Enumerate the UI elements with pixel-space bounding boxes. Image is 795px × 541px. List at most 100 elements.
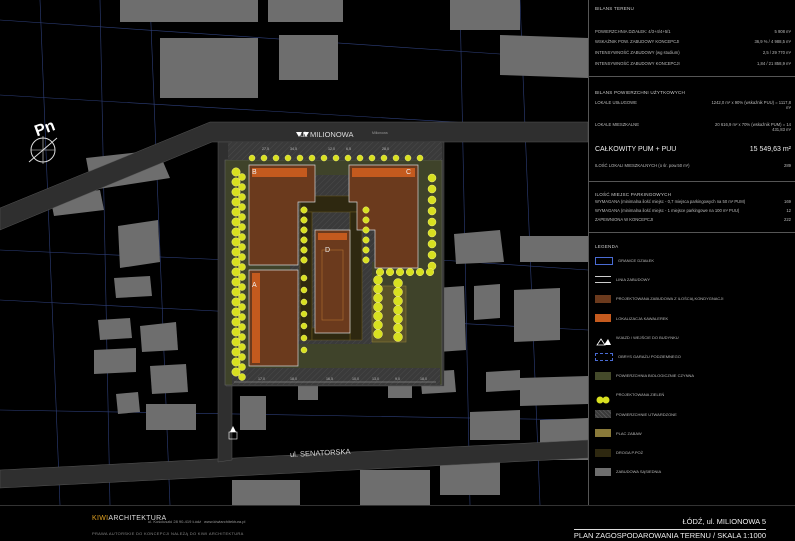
tree-icon [427, 217, 437, 227]
tree-icon [427, 184, 437, 194]
tree-icon [362, 256, 370, 264]
tree-icon [393, 305, 403, 315]
tree-icon [300, 256, 308, 264]
tree-icon [375, 267, 385, 277]
row-value: 289 [784, 163, 791, 168]
tree-icon [393, 278, 403, 288]
dimension-label: 6,5 [346, 147, 351, 151]
legend-swatch [595, 294, 611, 303]
legend-label: GRANICE DZIAŁEK [618, 258, 655, 263]
building-label-c: C [406, 169, 411, 176]
row-label: LOKALE USŁUGOWE [595, 100, 637, 105]
parking-row: WYMAGANA (minimalna ilość miejsc - 0,7 m… [595, 199, 791, 204]
tree-icon [427, 228, 437, 238]
row-value: 1242,0 m² x 90% (wskaźnik PUU) = 1117,8 … [711, 100, 791, 110]
building-label-a: A [252, 282, 257, 289]
tree-icon [300, 334, 308, 342]
legend-swatch [595, 448, 611, 457]
row-label: POWIERZCHNIA DZIAŁEK: 4/3+4/4+5/1 [595, 29, 671, 34]
row-label: WYMAGANA (minimalna ilość miejsc - 1 mie… [595, 208, 740, 213]
tree-icon [260, 154, 268, 162]
parking-title: ILOŚĆ MIEJSC PARKINGOWYCH [595, 192, 672, 197]
tree-icon [300, 310, 308, 318]
row-label: WYMAGANA (minimalna ilość miejsc - 0,7 m… [595, 199, 746, 204]
legend-item: WJAZD / WEJŚCIE DO BUDYNKU [595, 332, 679, 346]
row-value: 12 [786, 208, 791, 213]
tree-icon [300, 322, 308, 330]
street-label-north: ul. MILIONOWA [300, 130, 353, 139]
tree-icon [238, 373, 246, 381]
legend-label: PLAC ZABAW [616, 430, 642, 436]
bilans-row: INTENSYWNOŚĆ ZABUDOWY (wg studium) 2,5 / … [595, 50, 791, 55]
terrace-b [252, 168, 307, 177]
legend-label: WJAZD / WEJŚCIE DO BUDYNKU [616, 334, 679, 340]
legend-item: GRANICE DZIAŁEK [595, 255, 654, 266]
tree-icon [300, 346, 308, 354]
copyright-note: PRAWA AUTORSKIE DO KONCEPCJI NALEŻĄ DO K… [92, 531, 244, 536]
legend-item: LINIA ZABUDOWY [595, 274, 650, 285]
pum-total: CAŁKOWITY PUM + PUU 15 549,63 m² [595, 146, 791, 153]
legend-label: POWIERZCHNIA BIOLOGICZNIE CZYNNA [616, 373, 695, 379]
tree-icon [300, 274, 308, 282]
tree-icon [373, 293, 383, 303]
project-location: ŁÓDŹ, ul. MILIONOWA 5 [682, 517, 767, 526]
pum-total-value: 15 549,63 m² [749, 146, 791, 153]
tree-icon [320, 154, 328, 162]
legend-item: DROGA P.POŻ [595, 447, 643, 458]
parking-row: WYMAGANA (minimalna ilość miejsc - 1 mie… [595, 208, 791, 213]
legend-swatch [595, 391, 611, 404]
building-label-b: B [252, 169, 257, 176]
legend-label: LOKALIZACJA KAWALEREK [616, 315, 669, 321]
info-panel: BILANS TERENU POWIERZCHNIA DZIAŁEK: 4/3+… [588, 0, 795, 505]
row-label: INTENSYWNOŚĆ ZABUDOWY KONCEPCJI [595, 61, 680, 66]
dimension-label: 12,0 [328, 147, 335, 151]
legend-swatch [595, 314, 611, 323]
row-label: INTENSYWNOŚĆ ZABUDOWY (wg studium) [595, 50, 680, 55]
tree-icon [393, 332, 403, 342]
tree-icon [395, 267, 405, 277]
tree-icon [300, 216, 308, 224]
row-value: 5 908 m² [774, 29, 791, 34]
bilans-pum-title: BILANS POWIERZCHNI UŻYTKOWYCH [595, 90, 686, 95]
tree-icon [405, 267, 415, 277]
tree-icon [427, 239, 437, 249]
bilans-pum-section: BILANS POWIERZCHNI UŻYTKOWYCH LOKALE USŁ… [589, 84, 795, 182]
legend-label: PROJEKTOWANA ZABUDOWA Z ILOŚCIĄ KONDYGNA… [616, 296, 724, 302]
dimension-label: 9,0 [395, 377, 400, 381]
legend-swatch [595, 467, 611, 476]
dimension-label: 16,5 [326, 377, 333, 381]
legend-label: PROJEKTOWANA ZIELEŃ [616, 392, 665, 398]
tree-icon [373, 302, 383, 312]
tree-icon [368, 154, 376, 162]
bilans-row: WSKAŹNIK POW. ZABUDOWY KONCEPCJI 36,9 % /… [595, 39, 791, 44]
dimension-label: 27,5 [262, 147, 269, 151]
row-label: ZAPEWNIONA W KONCEPCJI [595, 217, 654, 222]
dimension-label: 18,0 [420, 377, 427, 381]
legend-label: LINIA ZABUDOWY [616, 277, 651, 283]
tree-icon [362, 236, 370, 244]
legend-item: OBRYS GARAŻU PODZIEMNEGO [595, 351, 681, 362]
legend-label: ZABUDOWA SĄSIEDNIA [616, 469, 662, 475]
tree-icon [427, 206, 437, 216]
legend-swatch [595, 333, 611, 346]
tree-icon [373, 329, 383, 339]
tree-icon [427, 173, 437, 183]
tree-icon [248, 154, 256, 162]
legend-swatch [595, 352, 613, 361]
tree-icon [300, 236, 308, 244]
tree-icon [404, 154, 412, 162]
row-label: LOKALE MIESZKALNE [595, 122, 639, 127]
pum-count: ILOŚĆ LOKALI MIESZKALNYCH (o śr. pow.50 … [595, 163, 791, 168]
tree-icon [415, 267, 425, 277]
drawing-title: PLAN ZAGOSPODAROWANIA TERENU / SKALA 1:1… [573, 529, 766, 540]
legend-swatch [595, 410, 611, 419]
legend-swatch [595, 429, 611, 438]
bilans-terenu-section: BILANS TERENU POWIERZCHNIA DZIAŁEK: 4/3+… [589, 0, 795, 77]
tree-icon [380, 154, 388, 162]
tree-icon [300, 286, 308, 294]
dimension-label: 10,0 [352, 377, 359, 381]
legend-swatch [595, 371, 611, 380]
legend-swatch [595, 256, 613, 265]
tree-icon [362, 206, 370, 214]
dimension-label: 18,0 [290, 377, 297, 381]
